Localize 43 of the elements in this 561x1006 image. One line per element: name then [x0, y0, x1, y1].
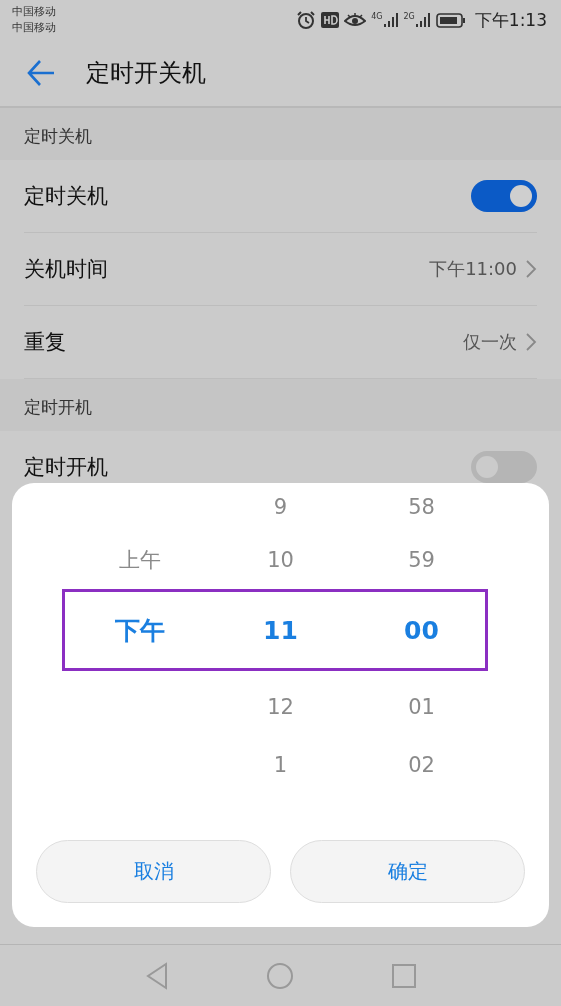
signal-icon	[414, 12, 431, 28]
row-label: 关机时间	[24, 256, 108, 283]
row-value: 仅一次	[463, 330, 517, 354]
row-label: 定时开机	[24, 454, 108, 481]
back-triangle-icon	[144, 961, 169, 990]
picker-item[interactable]: 10	[267, 548, 294, 572]
hd-glyph-icon	[321, 12, 340, 28]
dialog-button[interactable]: 确定	[290, 840, 525, 903]
recents-square-icon	[390, 962, 417, 989]
carrier-name: 中国移动	[12, 4, 56, 20]
section-header: 定时开机	[0, 379, 561, 431]
network-type-label: 4G	[371, 12, 383, 21]
settings-row[interactable]: 定时关机	[24, 160, 537, 233]
page-title: 定时开关机	[86, 58, 206, 89]
status-time: 下午1:13	[474, 8, 547, 32]
network-type-label: 2G	[403, 12, 415, 21]
back-button[interactable]	[26, 59, 56, 87]
picker-item[interactable]: 12	[267, 695, 294, 719]
picker-item[interactable]: 11	[263, 615, 298, 645]
chevron-right-icon	[525, 259, 537, 279]
signal-icon	[382, 12, 399, 28]
picker-item[interactable]: 00	[404, 615, 439, 645]
row-value: 下午11:00	[429, 257, 517, 281]
picker-item[interactable]: 上午	[118, 546, 161, 574]
toggle-switch[interactable]	[471, 451, 537, 483]
picker-item[interactable]: 下午	[114, 613, 165, 647]
dialog-button[interactable]: 取消	[36, 840, 271, 903]
eye-icon	[344, 12, 367, 28]
carrier-name: 中国移动	[12, 20, 56, 36]
picker-item[interactable]: 1	[273, 753, 288, 777]
back-arrow-icon	[26, 59, 56, 87]
toggle-switch[interactable]	[471, 180, 537, 212]
section-header: 定时关机	[0, 108, 561, 160]
picker-item[interactable]: 02	[408, 753, 435, 777]
battery-icon	[435, 12, 466, 28]
picker-item[interactable]: 01	[408, 695, 435, 719]
row-label: 定时关机	[24, 183, 108, 210]
row-label: 重复	[24, 329, 66, 356]
alarm-clock-icon	[296, 10, 317, 30]
home-circle-icon	[265, 961, 294, 990]
chevron-right-icon	[525, 332, 537, 352]
settings-row[interactable]: 关机时间 下午11:00	[24, 233, 537, 306]
picker-item[interactable]: 59	[408, 548, 435, 572]
